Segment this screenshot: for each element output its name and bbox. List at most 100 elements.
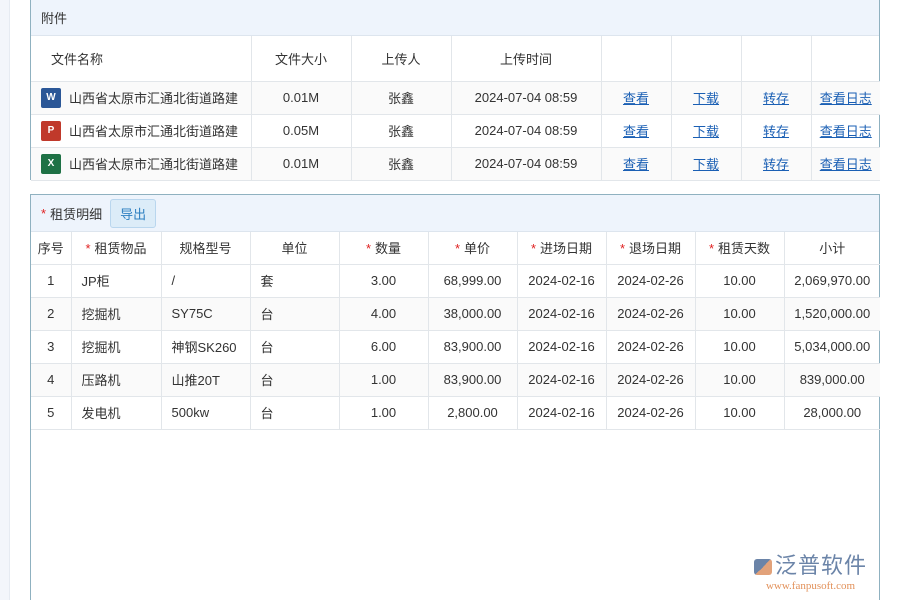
cell-rental-days[interactable]: 10.00 (695, 297, 784, 330)
cell-quantity[interactable]: 3.00 (339, 264, 428, 297)
cell-subtotal[interactable]: 1,520,000.00 (784, 297, 880, 330)
rental-table: 序号*租赁物品规格型号单位*数量*单价*进场日期*退场日期*租赁天数小计 1JP… (31, 232, 880, 430)
upload-time: 2024-07-04 08:59 (451, 81, 601, 114)
cell-quantity[interactable]: 1.00 (339, 363, 428, 396)
cell-unit-price[interactable]: 83,900.00 (428, 330, 517, 363)
view-link[interactable]: 查看 (623, 124, 649, 139)
file-name[interactable]: 山西省太原市汇通北街道路建 (69, 154, 238, 173)
cell-rental-days[interactable]: 10.00 (695, 363, 784, 396)
cell-quantity[interactable]: 1.00 (339, 396, 428, 429)
cell-unit[interactable]: 套 (250, 264, 339, 297)
cell-spec[interactable]: 山推20T (161, 363, 250, 396)
view-link[interactable]: 查看 (623, 157, 649, 172)
file-size: 0.05M (251, 114, 351, 147)
required-mark: * (620, 241, 625, 256)
attachments-header: 附件 (31, 0, 879, 36)
attachment-row: P山西省太原市汇通北街道路建 0.05M 张鑫 2024-07-04 08:59… (31, 114, 880, 147)
cell-unit-price[interactable]: 2,800.00 (428, 396, 517, 429)
cell-spec[interactable]: 神钢SK260 (161, 330, 250, 363)
watermark-logo: 泛普软件 www.fanpusoft.com (754, 548, 867, 592)
cell-item[interactable]: 挖掘机 (71, 330, 161, 363)
cell-item[interactable]: 挖掘机 (71, 297, 161, 330)
col-unit: 单位 (250, 232, 339, 264)
uploader: 张鑫 (351, 81, 451, 114)
cell-entry-date[interactable]: 2024-02-16 (517, 297, 606, 330)
download-link[interactable]: 下载 (693, 157, 719, 172)
upload-time: 2024-07-04 08:59 (451, 114, 601, 147)
cell-unit[interactable]: 台 (250, 396, 339, 429)
required-mark: * (709, 241, 714, 256)
cell-spec[interactable]: / (161, 264, 250, 297)
attachments-title: 附件 (41, 8, 67, 27)
save-link[interactable]: 转存 (763, 91, 789, 106)
cell-item[interactable]: 压路机 (71, 363, 161, 396)
download-link[interactable]: 下载 (693, 91, 719, 106)
cell-rental-days[interactable]: 10.00 (695, 330, 784, 363)
cell-subtotal[interactable]: 839,000.00 (784, 363, 880, 396)
cell-index[interactable]: 3 (31, 330, 71, 363)
cell-entry-date[interactable]: 2024-02-16 (517, 363, 606, 396)
cell-item[interactable]: 发电机 (71, 396, 161, 429)
rental-title: 租赁明细 (50, 204, 102, 223)
cell-spec[interactable]: SY75C (161, 297, 250, 330)
excel-file-icon: X (41, 154, 61, 174)
col-exit-date: *退场日期 (606, 232, 695, 264)
save-link[interactable]: 转存 (763, 157, 789, 172)
view-link[interactable]: 查看 (623, 91, 649, 106)
cell-index[interactable]: 4 (31, 363, 71, 396)
attachments-panel: 附件 文件名称 文件大小 上传人 上传时间 W山西省太原市汇通北街道路建 0.0… (30, 0, 880, 180)
cell-unit[interactable]: 台 (250, 363, 339, 396)
cell-exit-date[interactable]: 2024-02-26 (606, 363, 695, 396)
col-item: *租赁物品 (71, 232, 161, 264)
cell-subtotal[interactable]: 2,069,970.00 (784, 264, 880, 297)
cell-item[interactable]: JP柜 (71, 264, 161, 297)
cell-index[interactable]: 1 (31, 264, 71, 297)
required-mark: * (531, 241, 536, 256)
file-name[interactable]: 山西省太原市汇通北街道路建 (69, 88, 238, 107)
cell-unit[interactable]: 台 (250, 330, 339, 363)
cell-unit-price[interactable]: 68,999.00 (428, 264, 517, 297)
rental-row: 5发电机500kw台1.002,800.002024-02-162024-02-… (31, 396, 880, 429)
col-subtotal: 小计 (784, 232, 880, 264)
cell-entry-date[interactable]: 2024-02-16 (517, 330, 606, 363)
col-spec: 规格型号 (161, 232, 250, 264)
cell-exit-date[interactable]: 2024-02-26 (606, 264, 695, 297)
export-button[interactable]: 导出 (110, 199, 156, 228)
view-log-link[interactable]: 查看日志 (820, 91, 872, 106)
cell-exit-date[interactable]: 2024-02-26 (606, 297, 695, 330)
cell-unit-price[interactable]: 38,000.00 (428, 297, 517, 330)
file-name[interactable]: 山西省太原市汇通北街道路建 (69, 121, 238, 140)
file-size: 0.01M (251, 81, 351, 114)
cell-exit-date[interactable]: 2024-02-26 (606, 330, 695, 363)
upload-time: 2024-07-04 08:59 (451, 147, 601, 180)
col-uploader: 上传人 (351, 36, 451, 81)
cell-quantity[interactable]: 4.00 (339, 297, 428, 330)
cell-rental-days[interactable]: 10.00 (695, 264, 784, 297)
cell-subtotal[interactable]: 5,034,000.00 (784, 330, 880, 363)
required-mark: * (366, 241, 371, 256)
rental-row: 4压路机山推20T台1.0083,900.002024-02-162024-02… (31, 363, 880, 396)
cell-spec[interactable]: 500kw (161, 396, 250, 429)
cell-quantity[interactable]: 6.00 (339, 330, 428, 363)
cell-entry-date[interactable]: 2024-02-16 (517, 264, 606, 297)
view-log-link[interactable]: 查看日志 (820, 124, 872, 139)
cell-entry-date[interactable]: 2024-02-16 (517, 396, 606, 429)
col-file-name: 文件名称 (31, 36, 251, 81)
cell-unit-price[interactable]: 83,900.00 (428, 363, 517, 396)
cell-subtotal[interactable]: 28,000.00 (784, 396, 880, 429)
download-link[interactable]: 下载 (693, 124, 719, 139)
cell-index[interactable]: 2 (31, 297, 71, 330)
view-log-link[interactable]: 查看日志 (820, 157, 872, 172)
col-upload-time: 上传时间 (451, 36, 601, 81)
cell-index[interactable]: 5 (31, 396, 71, 429)
left-background (0, 0, 10, 600)
save-link[interactable]: 转存 (763, 124, 789, 139)
col-quantity: *数量 (339, 232, 428, 264)
cell-rental-days[interactable]: 10.00 (695, 396, 784, 429)
cell-unit[interactable]: 台 (250, 297, 339, 330)
col-index: 序号 (31, 232, 71, 264)
attachment-row: X山西省太原市汇通北街道路建 0.01M 张鑫 2024-07-04 08:59… (31, 147, 880, 180)
col-file-size: 文件大小 (251, 36, 351, 81)
file-size: 0.01M (251, 147, 351, 180)
cell-exit-date[interactable]: 2024-02-26 (606, 396, 695, 429)
